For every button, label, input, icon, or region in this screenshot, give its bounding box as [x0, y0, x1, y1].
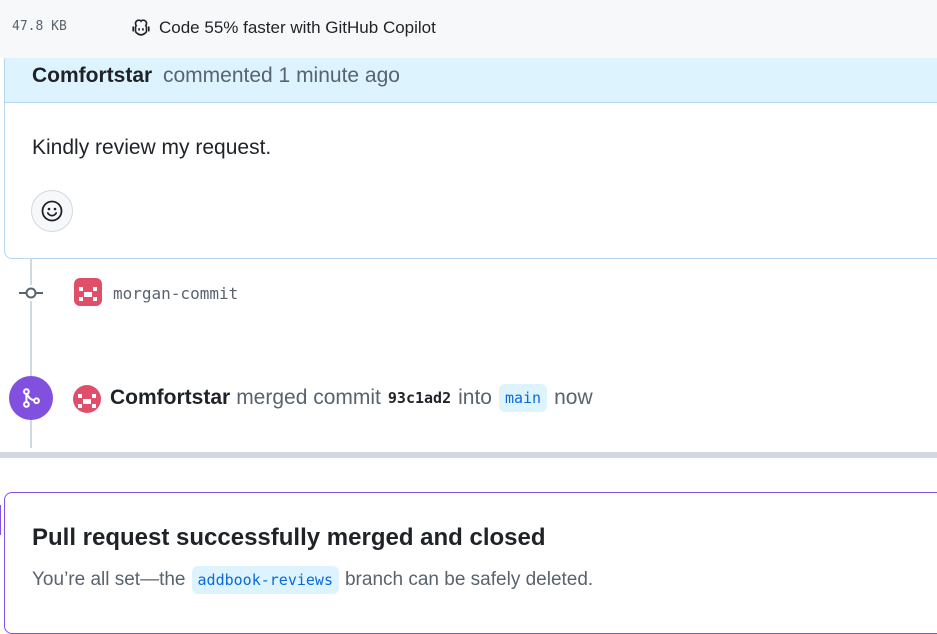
merge-author-avatar[interactable]: [73, 385, 101, 413]
copilot-icon: [132, 19, 150, 36]
commit-author-avatar[interactable]: [74, 278, 102, 306]
pr-comment: Comfortstar commented 1 minute ago Kindl…: [4, 58, 937, 259]
status-desc-suffix: branch can be safely deleted.: [344, 569, 594, 590]
target-branch-tag[interactable]: main: [498, 384, 548, 412]
merge-text-before: merged commit: [236, 386, 381, 409]
merge-text-into: into: [458, 386, 492, 409]
comment-header: Comfortstar commented 1 minute ago: [5, 58, 937, 103]
add-reaction-button[interactable]: [31, 190, 73, 232]
commit-icon: [19, 285, 43, 301]
file-size: 47.8 KB: [12, 19, 67, 34]
merged-status-box: Pull request successfully merged and clo…: [4, 492, 937, 634]
avatar-identicon: [74, 278, 102, 306]
merge-author-link[interactable]: Comfortstar: [110, 386, 230, 410]
merge-event: Comfortstar merged commit 93c1ad2 into m…: [110, 384, 593, 412]
commit-sha-link[interactable]: 93c1ad2: [388, 389, 451, 407]
commit-author-link[interactable]: morgan-commit: [113, 284, 238, 303]
file-header-bar: 47.8 KB Code 55% faster with GitHub Copi…: [0, 0, 937, 58]
merged-status-description: You’re all set—the addbook-reviews branc…: [32, 566, 593, 594]
merged-status-title: Pull request successfully merged and clo…: [32, 524, 546, 551]
merge-icon: [9, 376, 53, 420]
comment-body: Kindly review my request.: [32, 136, 272, 159]
avatar-identicon: [73, 385, 101, 413]
smiley-icon: [41, 200, 63, 222]
copilot-promo-label[interactable]: Code 55% faster with GitHub Copilot: [159, 18, 436, 38]
comment-timestamp[interactable]: commented 1 minute ago: [163, 64, 400, 88]
comment-author-link[interactable]: Comfortstar: [32, 64, 152, 88]
copilot-promo-link[interactable]: Code 55% faster with GitHub Copilot: [130, 14, 436, 42]
status-desc-prefix: You’re all set—the: [32, 569, 186, 590]
merge-time[interactable]: now: [554, 386, 593, 410]
timeline-separator: [0, 452, 937, 458]
head-branch-tag[interactable]: addbook-reviews: [191, 566, 339, 594]
